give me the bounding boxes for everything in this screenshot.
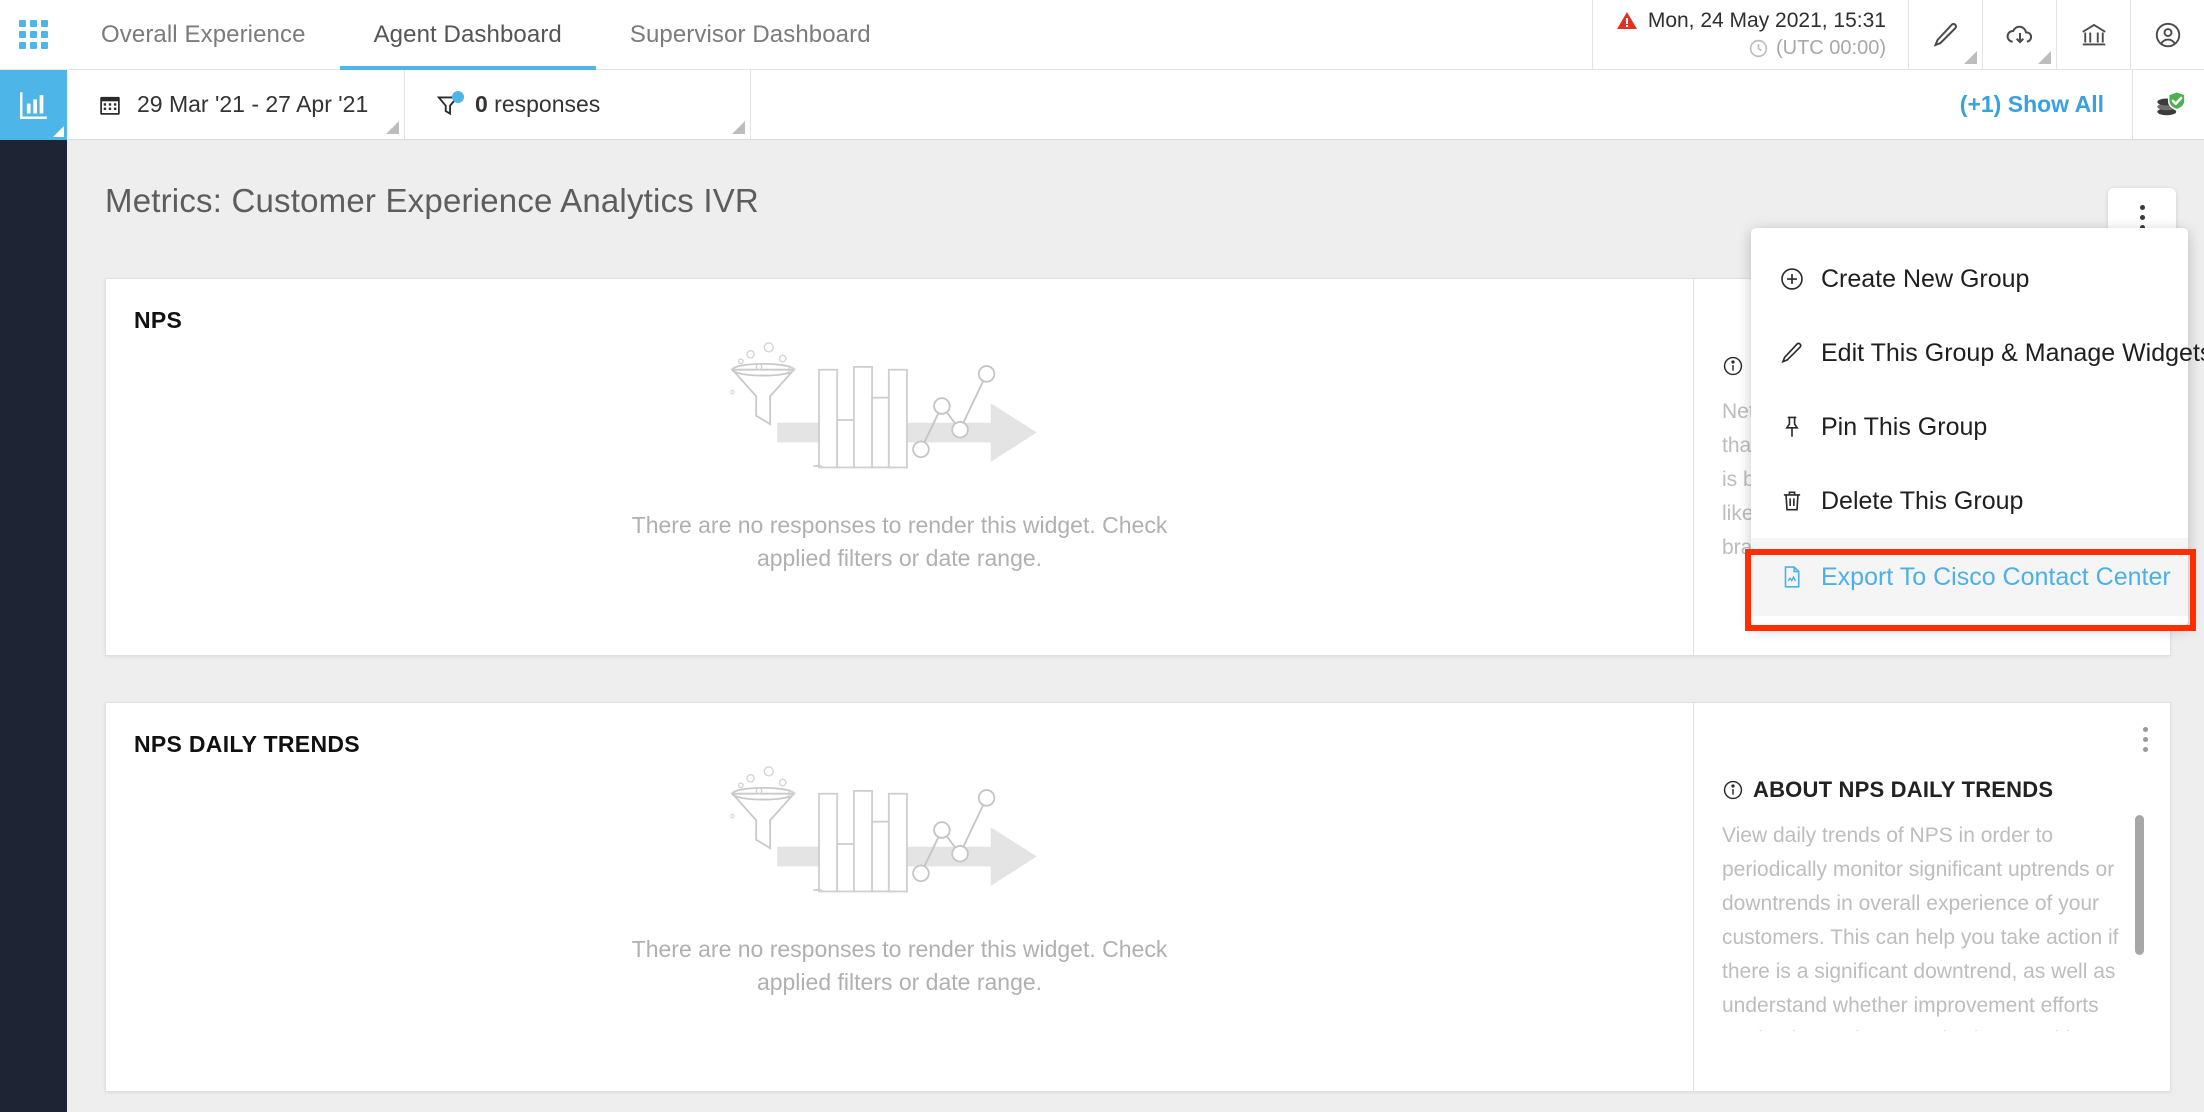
pencil-icon bbox=[1931, 20, 1961, 50]
filter-bar-spacer: (+1) Show All bbox=[751, 70, 2132, 139]
account-icon-button[interactable] bbox=[2130, 0, 2204, 69]
resize-corner bbox=[386, 121, 399, 134]
funnel-bars-trend-illustration bbox=[690, 763, 1110, 911]
data-shield-button[interactable] bbox=[2132, 70, 2204, 139]
resize-corner bbox=[732, 121, 745, 134]
widget-about-panel: ABOUT NPS DAILY TRENDS View daily trends… bbox=[1693, 703, 2170, 1091]
topbar-actions: Mon, 24 May 2021, 15:31 (UTC 00:00) bbox=[1591, 0, 2204, 69]
widget-card-nps-daily-trends: NPS DAILY TRENDS There are no responses … bbox=[105, 702, 2171, 1092]
data-shield-icon bbox=[2151, 87, 2187, 123]
plus-circle-icon bbox=[1779, 266, 1805, 292]
tab-label: Supervisor Dashboard bbox=[629, 21, 871, 48]
datetime-primary-row: Mon, 24 May 2021, 15:31 bbox=[1615, 9, 1886, 33]
widget-main-area: NPS There are no responses to render thi… bbox=[106, 279, 1693, 655]
page-title: Metrics: Customer Experience Analytics I… bbox=[105, 182, 759, 219]
bank-icon-button[interactable] bbox=[2056, 0, 2130, 69]
menu-item-pin-group[interactable]: Pin This Group bbox=[1751, 390, 2188, 464]
about-panel-scrollbar[interactable] bbox=[2135, 815, 2144, 955]
info-circle-icon bbox=[1722, 779, 1744, 801]
widget-title: NPS DAILY TRENDS bbox=[134, 731, 360, 757]
resize-corner bbox=[1964, 51, 1977, 64]
cloud-download-icon bbox=[2004, 19, 2036, 51]
tab-supervisor-dashboard[interactable]: Supervisor Dashboard bbox=[596, 0, 905, 70]
warning-triangle-icon bbox=[1615, 9, 1639, 33]
pencil-icon bbox=[1779, 340, 1805, 366]
left-rail bbox=[0, 0, 67, 1112]
widget-options-button[interactable] bbox=[2143, 727, 2148, 752]
funnel-icon bbox=[435, 90, 464, 118]
tab-overall-experience[interactable]: Overall Experience bbox=[67, 0, 340, 70]
timezone-row: (UTC 00:00) bbox=[1748, 37, 1886, 60]
widget-main-area: NPS DAILY TRENDS There are no responses … bbox=[106, 703, 1693, 1091]
timezone-text: (UTC 00:00) bbox=[1775, 37, 1886, 59]
edit-icon-button[interactable] bbox=[1908, 0, 1982, 69]
menu-item-edit-group[interactable]: Edit This Group & Manage Widgets bbox=[1751, 316, 2204, 390]
responses-filter[interactable]: 0 responses bbox=[405, 70, 751, 139]
menu-item-label: Export To Cisco Contact Center bbox=[1821, 562, 2171, 591]
pin-icon bbox=[1779, 414, 1805, 440]
app-root: Overall Experience Agent Dashboard Super… bbox=[0, 0, 2204, 1112]
widget-title: NPS bbox=[134, 307, 183, 333]
clock-icon bbox=[1748, 38, 1769, 59]
bar-chart-icon bbox=[17, 88, 51, 122]
trash-icon bbox=[1779, 488, 1805, 514]
rail-item-apps[interactable] bbox=[0, 0, 67, 70]
widget-empty-state: There are no responses to render this wi… bbox=[106, 763, 1693, 1000]
date-range-filter[interactable]: 29 Mar '21 - 27 Apr '21 bbox=[67, 70, 405, 139]
widget-empty-message: There are no responses to render this wi… bbox=[631, 936, 1168, 996]
rail-item-analytics[interactable] bbox=[0, 70, 67, 140]
widget-empty-message: There are no responses to render this wi… bbox=[631, 512, 1168, 572]
menu-item-label: Delete This Group bbox=[1821, 486, 2024, 515]
responses-count: 0 bbox=[475, 91, 488, 117]
responses-label: 0 responses bbox=[475, 91, 600, 118]
show-all-link[interactable]: (+1) Show All bbox=[1960, 91, 2104, 118]
filter-active-badge bbox=[452, 90, 464, 103]
download-icon-button[interactable] bbox=[1982, 0, 2056, 69]
date-range-label: 29 Mar '21 - 27 Apr '21 bbox=[137, 91, 369, 117]
user-circle-icon bbox=[2153, 20, 2183, 50]
menu-item-export-to-cisco-contact-center[interactable]: Export To Cisco Contact Center bbox=[1751, 538, 2188, 616]
about-panel-text: View daily trends of NPS in order to per… bbox=[1722, 824, 2119, 1031]
file-export-icon bbox=[1779, 564, 1805, 590]
resize-corner bbox=[2038, 51, 2051, 64]
datetime-text: Mon, 24 May 2021, 15:31 bbox=[1647, 9, 1886, 32]
menu-item-create-new-group[interactable]: Create New Group bbox=[1751, 242, 2188, 316]
more-vertical-icon bbox=[2139, 204, 2145, 230]
widget-empty-state: There are no responses to render this wi… bbox=[106, 339, 1693, 576]
bank-icon bbox=[2079, 20, 2109, 50]
menu-item-label: Edit This Group & Manage Widgets bbox=[1821, 338, 2204, 367]
tab-label: Overall Experience bbox=[101, 21, 306, 48]
info-circle-icon bbox=[1722, 355, 1744, 377]
menu-item-label: Pin This Group bbox=[1821, 412, 1988, 441]
rail-resize-corner bbox=[53, 126, 64, 137]
top-navigation-bar: Overall Experience Agent Dashboard Super… bbox=[67, 0, 2204, 70]
tab-label: Agent Dashboard bbox=[373, 21, 562, 48]
responses-word: responses bbox=[487, 91, 601, 117]
funnel-bars-trend-illustration bbox=[690, 339, 1110, 487]
about-panel-heading: ABOUT NPS DAILY TRENDS bbox=[1694, 703, 2170, 803]
calendar-icon bbox=[97, 92, 123, 118]
dashboard-tabs: Overall Experience Agent Dashboard Super… bbox=[67, 0, 905, 70]
group-options-menu: Create New Group Edit This Group & Manag… bbox=[1751, 228, 2204, 626]
about-panel-title: ABOUT NPS DAILY TRENDS bbox=[1753, 777, 2054, 802]
grid-apps-icon bbox=[19, 20, 48, 49]
tab-agent-dashboard[interactable]: Agent Dashboard bbox=[339, 0, 597, 70]
menu-item-delete-group[interactable]: Delete This Group bbox=[1751, 464, 2188, 538]
datetime-display: Mon, 24 May 2021, 15:31 (UTC 00:00) bbox=[1591, 0, 1908, 69]
filter-bar: 29 Mar '21 - 27 Apr '21 0 responses (+1)… bbox=[67, 70, 2204, 140]
menu-item-label: Create New Group bbox=[1821, 264, 2030, 293]
